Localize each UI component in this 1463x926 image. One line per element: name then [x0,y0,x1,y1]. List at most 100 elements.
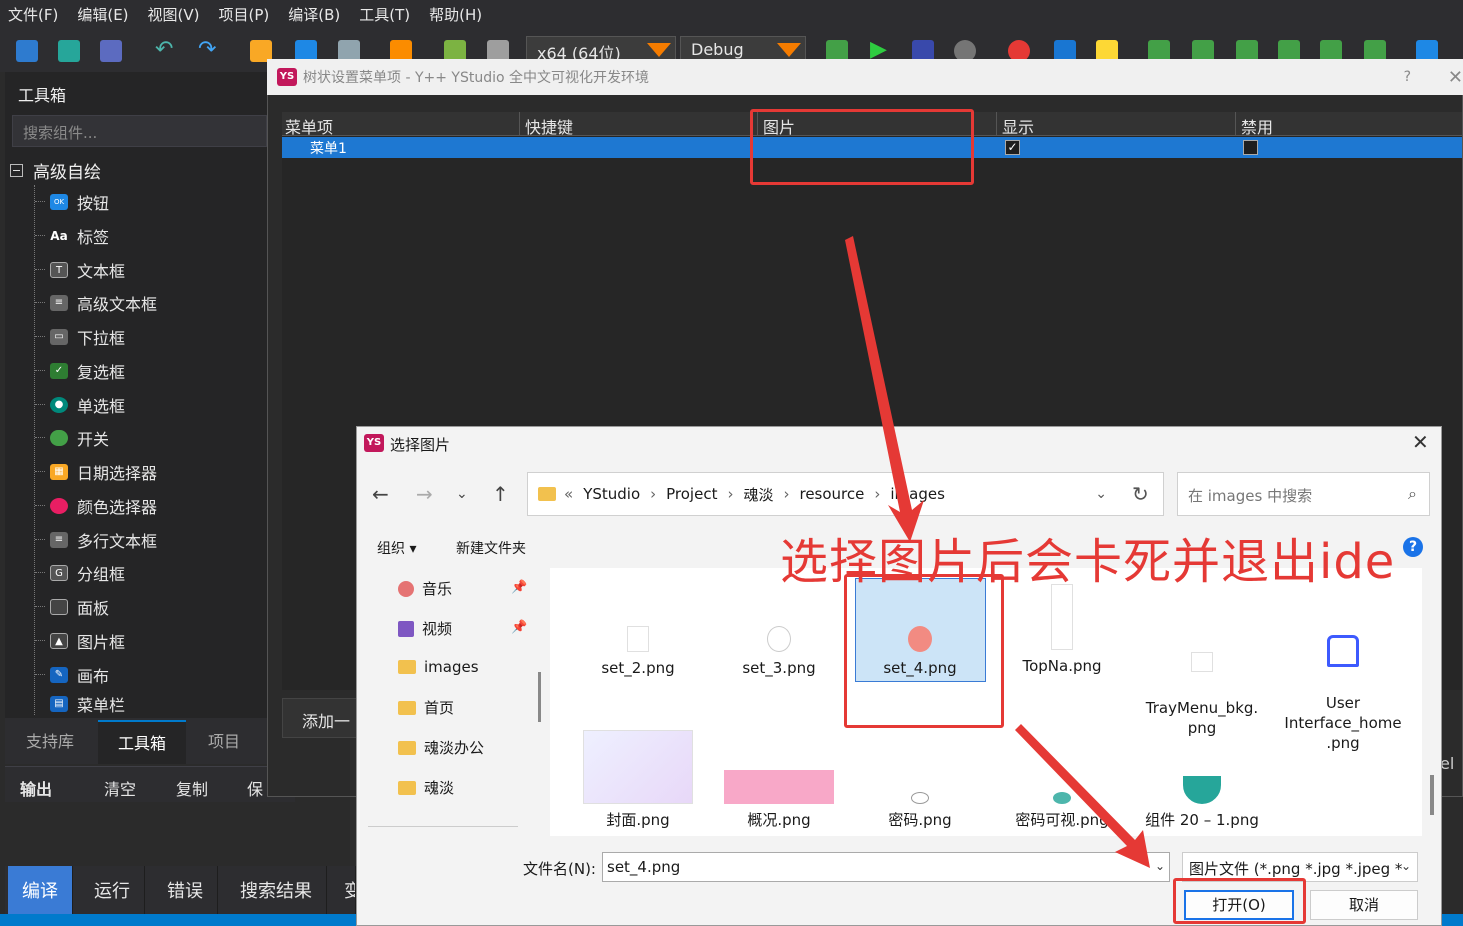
menu-item-name[interactable]: 菜单1 [310,138,347,158]
help-icon[interactable]: ? [1403,537,1423,557]
breadcrumb-project[interactable]: Project [666,485,717,503]
save-button[interactable]: 保 [247,776,263,800]
tool-canvas[interactable]: ✎ 画布 [34,662,109,688]
search-icon: ⌕ [1408,484,1417,503]
close-icon[interactable]: ✕ [1448,67,1463,88]
file-item[interactable]: set_2.png [573,626,703,678]
refresh-icon[interactable]: ↻ [1132,482,1149,506]
collapse-icon[interactable] [10,164,23,177]
tab-run[interactable]: 运行 [80,866,145,914]
tool-combobox[interactable]: ▭ 下拉框 [34,324,125,350]
tab-search-results[interactable]: 搜索结果 [226,866,327,914]
tab-errors[interactable]: 错误 [153,866,218,914]
layers-icon[interactable] [16,40,38,62]
tool-multiline[interactable]: ≡ 多行文本框 [34,527,157,553]
tool-label: 单选框 [77,397,126,416]
save-all-icon[interactable] [100,40,122,62]
col-menu-item[interactable]: 菜单项 [285,114,333,138]
tool-switch[interactable]: 开关 [34,425,109,451]
file-item[interactable]: 密码.png [855,792,985,830]
filename-label: 文件名(N): [523,860,596,878]
nav-item-music[interactable]: 音乐 [398,578,452,599]
col-divider [1235,112,1236,136]
tree-line [34,185,35,715]
undo-icon[interactable]: ↶ [155,39,177,62]
col-shortcut[interactable]: 快捷键 [525,114,573,138]
back-icon[interactable]: ← [372,482,389,506]
col-visible[interactable]: 显示 [1002,114,1034,138]
forward-icon[interactable]: → [416,482,433,506]
file-item[interactable]: TrayMenu_bkg. png [1137,632,1267,738]
tool-radio[interactable]: ● 单选框 [34,392,126,418]
toolbox-search-input[interactable]: 搜索组件... [12,115,267,147]
tool-groupbox[interactable]: G 分组框 [34,560,125,586]
tab-toolbox[interactable]: 工具箱 [98,720,186,764]
copy-button[interactable]: 复制 [176,776,208,800]
file-name: set_2.png [601,659,675,677]
tab-compile[interactable]: 编译 [8,866,73,914]
chevron-down-icon[interactable]: ⌄ [456,486,468,502]
new-folder-button[interactable]: 新建文件夹 [456,538,526,558]
address-bar[interactable]: « YStudio › Project › 魂淡 › resource › images… [527,472,1164,516]
disabled-checkbox[interactable] [1243,140,1258,155]
nav-item-hundan[interactable]: 魂淡 [398,777,454,798]
breadcrumb-overflow[interactable]: « [564,485,573,503]
file-item[interactable]: 概况.png [714,770,844,830]
col-disabled[interactable]: 禁用 [1241,114,1273,138]
tool-checkbox[interactable]: ✓ 复选框 [34,358,125,384]
file-item[interactable]: set_3.png [714,626,844,678]
redo-icon[interactable]: ↷ [198,39,220,62]
file-item[interactable]: 封面.png [573,730,703,830]
pin-icon[interactable]: 📌 [511,580,527,595]
file-list-scrollbar[interactable] [1430,775,1434,815]
organize-menu[interactable]: 组织 ▾ [377,538,416,558]
menu-help[interactable]: 帮助(H) [429,4,482,25]
menu-file[interactable]: 文件(F) [8,4,58,25]
nav-item-office[interactable]: 魂淡办公 [398,737,484,758]
tool-textbox[interactable]: T 文本框 [34,257,125,283]
breadcrumb-resource[interactable]: resource [799,485,864,503]
tool-picturebox[interactable]: ▲ 图片框 [34,628,125,654]
close-icon[interactable]: ✕ [1412,430,1429,454]
menu-tools[interactable]: 工具(T) [359,4,410,25]
chevron-down-icon[interactable]: ⌄ [1095,486,1107,502]
nav-item-home[interactable]: 首页 [398,697,454,718]
tool-datepicker[interactable]: ▦ 日期选择器 [34,459,157,485]
toolbox-group-header[interactable]: 高级自绘 [10,158,101,183]
breadcrumb-ystudio[interactable]: YStudio [583,485,640,503]
tool-colorpicker[interactable]: 颜色选择器 [34,493,157,519]
menu-view[interactable]: 视图(V) [148,4,200,25]
visible-checkbox[interactable]: ✓ [1005,140,1020,155]
help-button[interactable]: ? [1404,69,1411,85]
tool-menubar[interactable]: ▤ 菜单栏 [50,695,125,713]
file-search-input[interactable]: 在 images 中搜索 ⌕ [1177,472,1430,516]
breadcrumb-images[interactable]: images [890,485,945,503]
tool-button[interactable]: OK 按钮 [34,189,109,215]
tool-panel[interactable]: 面板 [34,594,109,620]
menubar-icon: ▤ [50,696,68,712]
breadcrumb-hundan[interactable]: 魂淡 [743,484,773,505]
tab-support-lib[interactable]: 支持库 [26,728,74,752]
nav-item-video[interactable]: 视频 [398,618,452,639]
menu-project[interactable]: 项目(P) [219,4,270,25]
pin-icon[interactable]: 📌 [511,620,527,635]
nav-item-images[interactable]: images [398,658,479,676]
cancel-button[interactable]: 取消 [1310,890,1418,920]
up-icon[interactable]: ↑ [492,482,509,506]
open-icon[interactable] [58,40,80,62]
file-item[interactable]: 组件 20 – 1.png [1137,776,1267,830]
nav-scrollbar[interactable] [538,672,541,722]
file-item[interactable]: TopNa.png [997,584,1127,676]
tab-project[interactable]: 项目 [208,728,240,752]
tool-rich-textbox[interactable]: ≡ 高级文本框 [34,290,157,316]
file-item[interactable]: 密码可视.png [997,792,1127,830]
file-item[interactable]: User Interface_home .png [1278,615,1408,753]
menu-build[interactable]: 编译(B) [288,4,340,25]
chevron-down-icon[interactable]: ⌄ [1155,859,1165,873]
clear-button[interactable]: 清空 [104,776,136,800]
chevron-down-icon [777,43,801,57]
menu-edit[interactable]: 编辑(E) [77,4,128,25]
tool-label-control[interactable]: Aa 标签 [34,223,109,249]
filename-input[interactable]: set_4.png ⌄ [602,852,1170,882]
tab-variables[interactable]: 变 [330,866,356,914]
